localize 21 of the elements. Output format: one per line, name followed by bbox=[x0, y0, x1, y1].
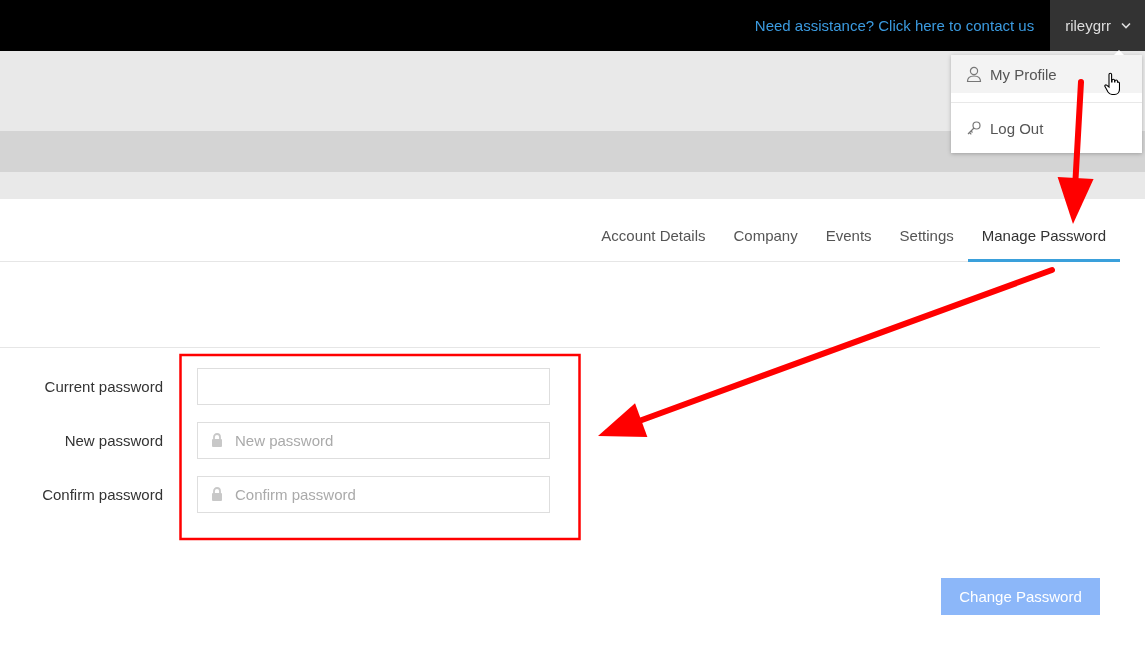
field-label: New password bbox=[63, 432, 163, 449]
caret-icon bbox=[1121, 22, 1131, 29]
menu-item[interactable]: Log Out bbox=[951, 102, 1142, 153]
user-icon bbox=[966, 66, 982, 82]
hand-cursor-icon bbox=[1104, 72, 1120, 96]
tab[interactable]: Events bbox=[811, 219, 886, 262]
menu-item[interactable]: My Profile bbox=[951, 55, 1142, 93]
field-label: Confirm password bbox=[41, 486, 163, 503]
password-field[interactable]: Confirm password bbox=[197, 476, 550, 513]
password-field[interactable] bbox=[197, 368, 550, 405]
tab[interactable]: Company bbox=[719, 219, 812, 262]
tab[interactable]: Account Details bbox=[587, 219, 720, 262]
lock-icon bbox=[211, 487, 223, 501]
field-label: Current password bbox=[43, 378, 163, 395]
help-link[interactable]: Need assistance? Click here to contact us bbox=[754, 17, 1035, 34]
tab[interactable]: Manage Password bbox=[967, 219, 1120, 262]
tab[interactable]: Settings bbox=[885, 219, 968, 262]
password-field[interactable]: New password bbox=[197, 422, 550, 459]
user-menu-button[interactable]: rileygrr bbox=[1050, 0, 1145, 51]
key-icon bbox=[966, 120, 982, 136]
lock-icon bbox=[211, 433, 223, 447]
